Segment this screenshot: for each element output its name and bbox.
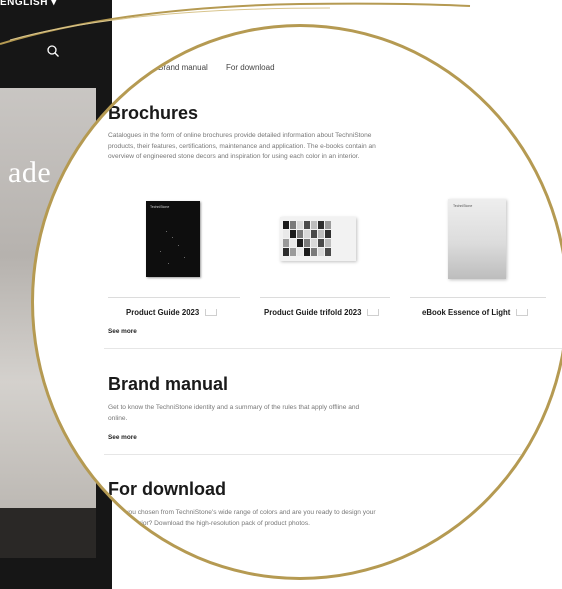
ebook-essence-cover[interactable]: TechniStone: [448, 199, 506, 279]
cover-label: TechniStone: [150, 205, 170, 209]
for-download-title: For download: [108, 479, 226, 499]
product-guide-trifold-cover[interactable]: [280, 217, 356, 261]
breadcrumb: Brand manual For download: [158, 63, 291, 72]
product-guide-cover[interactable]: TechniStone: [146, 201, 200, 277]
brand-manual-see-more-link[interactable]: See more: [108, 434, 137, 441]
download-icon[interactable]: [516, 309, 529, 317]
brand-manual-title: Brand manual: [108, 374, 229, 394]
download-icon[interactable]: [367, 309, 380, 317]
brochures-description: Catalogues in the form of online brochur…: [108, 132, 376, 161]
card-title-product-guide-trifold[interactable]: Product Guide trifold 2023: [264, 308, 380, 317]
section-divider: [104, 454, 562, 455]
for-download-description: Have you chosen from TechniStone's wide …: [108, 509, 376, 527]
card-title-text: Product Guide 2023: [126, 308, 200, 317]
download-icon[interactable]: [205, 309, 218, 317]
card-title-product-guide[interactable]: Product Guide 2023: [126, 308, 218, 317]
breadcrumb-item-for-download[interactable]: For download: [226, 63, 274, 72]
brochures-title: Brochures: [108, 103, 199, 123]
magnified-content-lens: Brand manual For download Brochures Cata…: [31, 24, 562, 580]
card-title-text: Product Guide trifold 2023: [264, 308, 362, 317]
breadcrumb-item-brand-manual[interactable]: Brand manual: [158, 63, 208, 72]
brand-manual-description: Get to know the TechniStone identity and…: [108, 404, 360, 422]
card-divider: [410, 297, 546, 298]
card-title-text: eBook Essence of Light: [422, 308, 511, 317]
card-divider: [260, 297, 390, 298]
trifold-swatch-grid: [283, 221, 331, 256]
brochures-see-more-link[interactable]: See more: [108, 328, 137, 335]
card-title-ebook-essence[interactable]: eBook Essence of Light: [422, 308, 529, 317]
card-divider: [108, 297, 240, 298]
section-divider: [104, 348, 562, 349]
cover-label: TechniStone: [453, 204, 473, 208]
